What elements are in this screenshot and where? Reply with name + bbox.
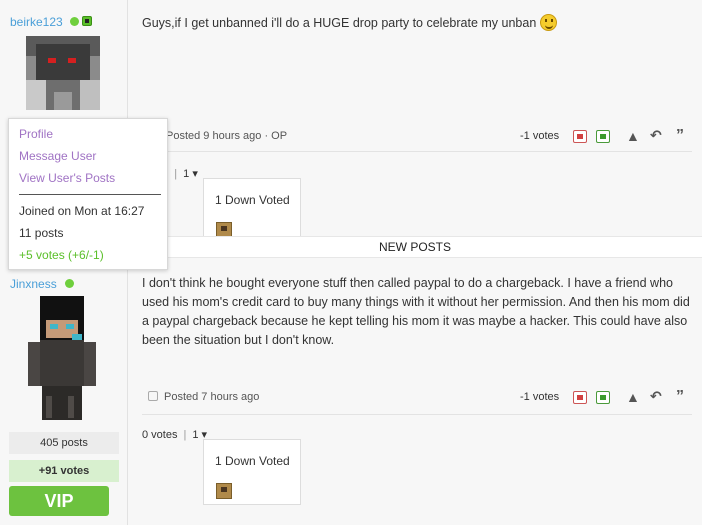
join-date: Joined on Mon at 16:27 xyxy=(19,204,145,218)
separator: | xyxy=(183,429,187,441)
divider xyxy=(142,414,692,415)
vote-score: -1 votes xyxy=(520,130,560,142)
vote-summary: +5 votes (+6/-1) xyxy=(19,248,104,262)
author-vote-count: +91 votes xyxy=(9,460,119,482)
smiley-icon xyxy=(540,14,558,31)
avatar[interactable] xyxy=(28,296,98,420)
author-username[interactable]: beirke123 xyxy=(10,15,63,29)
profile-link[interactable]: Profile xyxy=(19,127,53,141)
message-user-link[interactable]: Message User xyxy=(19,149,96,163)
voter-card-title: 1 Down Voted xyxy=(215,454,290,468)
votes-label: 0 votes xyxy=(142,429,178,441)
reply-icon[interactable]: ↶ xyxy=(650,128,662,142)
avatar[interactable] xyxy=(26,36,100,110)
user-popup: Profile Message User View User's Posts J… xyxy=(8,118,168,270)
thumbs-up-icon[interactable] xyxy=(596,391,610,404)
popup-divider xyxy=(19,194,161,195)
thumbs-up-icon[interactable] xyxy=(596,130,610,143)
author-post-count: 405 posts xyxy=(9,432,119,454)
online-status-icon xyxy=(70,17,79,26)
separator: | xyxy=(174,168,178,180)
minecraft-badge-icon xyxy=(82,16,92,26)
votes-dropdown[interactable]: 1 ▾ xyxy=(183,168,198,180)
post-meta: Posted 7 hours ago xyxy=(148,391,259,403)
avatar-skin-icon xyxy=(28,296,96,420)
avatar-skin-icon xyxy=(26,36,100,110)
post-count: 11 posts xyxy=(19,226,64,240)
divider xyxy=(142,151,692,152)
thumbs-down-icon[interactable] xyxy=(573,130,587,143)
post-meta: Posted 9 hours ago · OP xyxy=(166,130,288,142)
voter-avatar[interactable] xyxy=(216,483,232,499)
report-icon[interactable]: ▲ xyxy=(626,129,640,143)
new-posts-divider: NEW POSTS xyxy=(128,236,702,258)
voter-card-title: 1 Down Voted xyxy=(215,193,290,207)
votes-summary[interactable]: 0 votes | 1 ▾ xyxy=(142,428,207,441)
author-username[interactable]: Jinxness xyxy=(10,277,57,291)
post-text: I don't think he bought everyone stuff t… xyxy=(142,276,690,347)
voter-card: 1 Down Voted xyxy=(203,178,301,244)
post-icon xyxy=(148,391,158,401)
quote-icon[interactable]: ” xyxy=(676,128,684,144)
view-posts-link[interactable]: View User's Posts xyxy=(19,171,115,185)
report-icon[interactable]: ▲ xyxy=(626,390,640,404)
thumbs-down-icon[interactable] xyxy=(573,391,587,404)
voter-card: 1 Down Voted xyxy=(203,439,301,505)
vip-badge: VIP xyxy=(9,486,109,516)
post-text: Guys,if I get unbanned i'll do a HUGE dr… xyxy=(142,14,682,33)
reply-icon[interactable]: ↶ xyxy=(650,389,662,403)
quote-icon[interactable]: ” xyxy=(676,389,684,405)
online-status-icon xyxy=(65,279,74,288)
vote-score: -1 votes xyxy=(520,391,560,403)
